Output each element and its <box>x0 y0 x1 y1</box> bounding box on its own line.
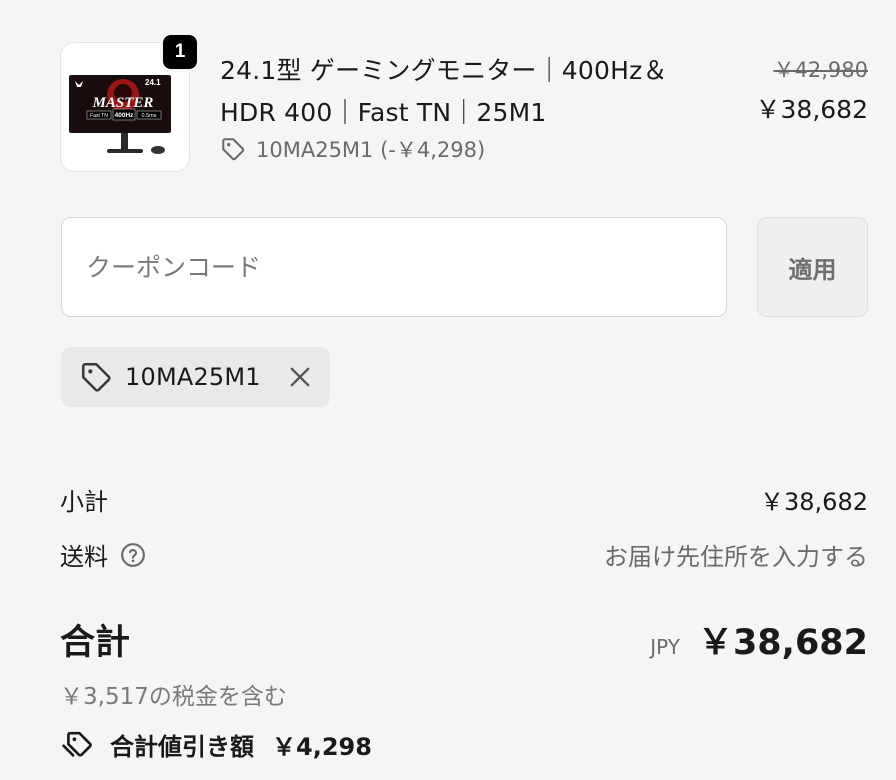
tag-icon <box>81 362 111 392</box>
currency-code: JPY <box>650 635 680 659</box>
applied-coupon-code: 10MA25M1 <box>125 363 261 391</box>
total-amount: JPY ￥38,682 <box>650 614 868 665</box>
total-label: 合計 <box>60 623 131 663</box>
shipping-label: 送料 <box>60 543 108 571</box>
screen-size-label: 24.1 <box>145 78 161 87</box>
shipping-value: お届け先住所を入力する <box>604 543 868 571</box>
quantity-badge: 1 <box>160 32 200 72</box>
double-tag-icon <box>62 731 92 757</box>
total-savings: 合計値引き額 ￥4,298 <box>60 726 372 762</box>
subtotal-row: 小計 ￥38,682 <box>60 482 868 516</box>
product-title: 24.1型 ゲーミングモニター｜400Hz＆HDR 400｜Fast TN｜25… <box>220 56 668 127</box>
savings-value: ￥4,298 <box>272 732 372 761</box>
question-circle-icon[interactable] <box>120 542 146 568</box>
spec-label: 400Hz <box>115 112 135 119</box>
total-value: ￥38,682 <box>697 623 868 663</box>
tag-icon <box>222 138 245 161</box>
line-discount: 10MA25M1 (-￥4,298) <box>220 133 485 165</box>
cart-line-item: 24.1 MASTER Fast TN 400Hz 0.5ms 1 24.1型 … <box>60 32 868 174</box>
line-discount-text: 10MA25M1 (-￥4,298) <box>256 138 486 162</box>
subtotal-label: 小計 <box>60 488 108 516</box>
current-price: ￥38,682 <box>755 95 868 124</box>
savings-label: 合計値引き額 <box>110 732 254 761</box>
close-icon[interactable] <box>286 363 314 391</box>
shipping-row: 送料 お届け先住所を入力する <box>60 537 868 571</box>
apply-coupon-button[interactable]: 適用 <box>757 217 868 317</box>
spec-label: 0.5ms <box>142 113 157 119</box>
tax-included-note: ￥3,517の税金を含む <box>60 684 287 710</box>
brand-text: MASTER <box>92 95 154 111</box>
spec-label: Fast TN <box>90 113 108 119</box>
applied-coupon-chip: 10MA25M1 <box>61 347 330 407</box>
subtotal-value: ￥38,682 <box>760 488 868 516</box>
original-price: ￥42,980 <box>773 58 868 82</box>
coupon-code-input[interactable] <box>61 217 727 317</box>
